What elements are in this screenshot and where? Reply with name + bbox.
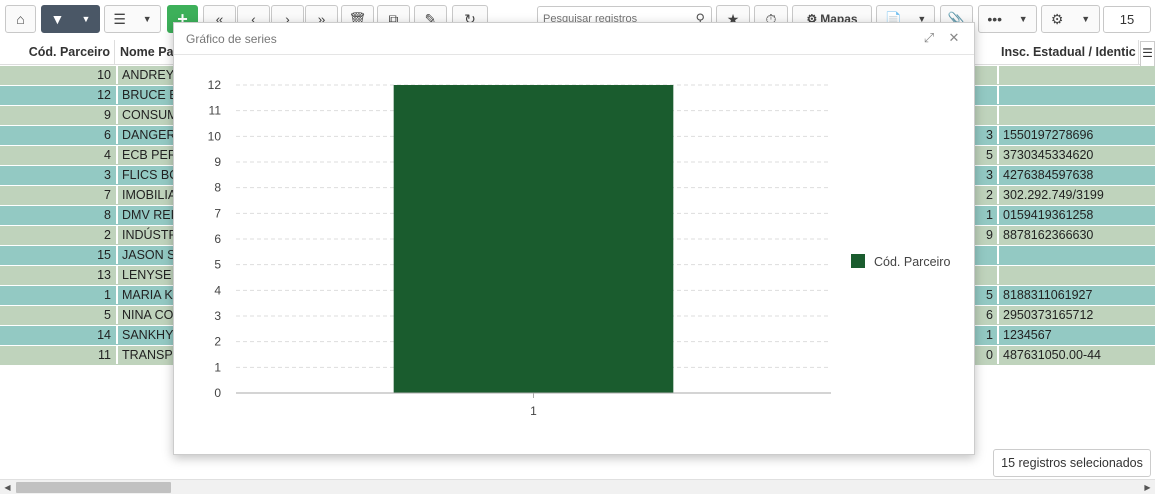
- cell-insc: 1550197278696: [997, 126, 1155, 144]
- y-tick-label: 7: [214, 206, 221, 220]
- chart-bars: [393, 85, 674, 393]
- y-tick-label: 6: [214, 232, 221, 246]
- cell-nome: IMOBILIA: [116, 186, 176, 204]
- scroll-right-icon[interactable]: ▶: [1140, 480, 1155, 495]
- y-axis-ticks: 0123456789101112: [208, 78, 222, 400]
- settings-button[interactable]: ⚙ ▼: [1041, 5, 1100, 33]
- cell-insc: [997, 106, 1155, 124]
- cell-insc: 487631050.00-44: [997, 346, 1155, 364]
- y-tick-label: 4: [214, 283, 221, 297]
- cell-nome: DANGER: [116, 126, 176, 144]
- cell-cod: 5: [104, 308, 111, 322]
- y-tick-label: 11: [209, 104, 222, 118]
- gear-icon: ⚙: [1050, 10, 1064, 27]
- cell-cod: 10: [97, 68, 111, 82]
- cell-insc: 302.292.749/3199: [997, 186, 1155, 204]
- legend-swatch: [851, 254, 865, 268]
- cell-cod: 2: [104, 228, 111, 242]
- close-icon[interactable]: ✕: [945, 29, 963, 47]
- cell-nome: TRANSP: [116, 346, 176, 364]
- cell-nome: INDÚSTR: [116, 226, 176, 244]
- more-icon: •••: [987, 11, 1003, 27]
- scroll-left-icon[interactable]: ◀: [0, 480, 15, 495]
- cell-insc: 3730345334620: [997, 146, 1155, 164]
- y-tick-label: 8: [214, 181, 221, 195]
- cell-insc: 1234567: [997, 326, 1155, 344]
- chevron-down-icon: ▼: [1081, 14, 1091, 24]
- cell-insc: 0159419361258: [997, 206, 1155, 224]
- cell-insc: 8878162366630: [997, 226, 1155, 244]
- cell-cod: 8: [104, 208, 111, 222]
- expand-icon[interactable]: ⤢: [920, 29, 938, 47]
- dialog-title: Gráfico de series: [186, 32, 277, 46]
- cell-nome: SANKHY: [116, 326, 176, 344]
- column-header-insc[interactable]: Insc. Estadual / Identic: [997, 40, 1139, 65]
- y-tick-label: 9: [214, 155, 221, 169]
- cell-nome: ECB PER: [116, 146, 176, 164]
- home-icon: ⌂: [16, 11, 25, 27]
- cell-insc: 2950373165712: [997, 306, 1155, 324]
- cell-nome: MARIA K: [116, 286, 176, 304]
- column-menu-button[interactable]: ☰: [1140, 41, 1155, 67]
- cell-insc: [997, 66, 1155, 84]
- cell-cod: 4: [104, 148, 111, 162]
- column-header-nome[interactable]: Nome Pa: [116, 40, 176, 65]
- bar-chart: 0123456789101112 1 Cód. Parceiro: [208, 78, 951, 418]
- list-icon: ☰: [113, 10, 126, 27]
- x-tick-label: 1: [530, 404, 537, 418]
- cell-cod: 11: [98, 348, 111, 362]
- cell-cod: 14: [97, 328, 111, 342]
- page-size-field[interactable]: 15: [1103, 6, 1151, 33]
- column-header-cod[interactable]: Cód. Parceiro: [0, 40, 115, 65]
- chart-dialog: Gráfico de series ⤢ ✕ 0 1 2 3 4 5 6 7 8 9 10 11 12 1…: [173, 22, 975, 455]
- cell-cod: 15: [97, 248, 111, 262]
- cell-cod: 12: [97, 88, 111, 102]
- cell-nome: BRUCE E: [116, 86, 176, 104]
- y-tick-label: 10: [208, 129, 222, 143]
- y-tick-label: 1: [214, 360, 221, 374]
- cell-cod: 9: [104, 108, 111, 122]
- y-tick-label: 0: [214, 386, 221, 400]
- cell-insc: 8188311061927: [997, 286, 1155, 304]
- cell-cod: 6: [104, 128, 111, 142]
- selection-count: 15 registros selecionados: [993, 449, 1151, 477]
- chevron-down-icon: ▼: [1018, 14, 1028, 24]
- y-tick-label: 3: [214, 309, 221, 323]
- y-tick-label: 5: [214, 258, 221, 272]
- cell-insc: 4276384597638: [997, 166, 1155, 184]
- list-view-button[interactable]: ☰ ▼: [104, 5, 161, 33]
- cell-nome: ANDREY: [116, 66, 176, 84]
- menu-icon: ☰: [1142, 46, 1153, 60]
- chart-legend: Cód. Parceiro: [851, 254, 950, 269]
- filter-icon: ▼: [50, 11, 65, 27]
- dialog-header: Gráfico de series ⤢ ✕: [174, 23, 974, 55]
- cell-insc: [997, 86, 1155, 104]
- chevron-down-icon: ▼: [142, 14, 152, 24]
- cell-nome: NINA CO: [116, 306, 176, 324]
- cell-cod: 3: [104, 168, 111, 182]
- scrollbar-thumb[interactable]: [16, 482, 171, 493]
- cell-nome: DMV REI: [116, 206, 176, 224]
- y-tick-label: 2: [214, 335, 221, 349]
- cell-cod: 13: [97, 268, 111, 282]
- more-button[interactable]: ••• ▼: [978, 5, 1037, 33]
- cell-insc: [997, 246, 1155, 264]
- cell-insc: [997, 266, 1155, 284]
- filter-button[interactable]: ▼ ▼: [41, 5, 100, 33]
- cell-nome: JASON S: [116, 246, 176, 264]
- cell-nome: FLICS BO: [116, 166, 176, 184]
- legend-label: Cód. Parceiro: [874, 255, 950, 269]
- cell-nome: LENYSE: [116, 266, 176, 284]
- cell-nome: CONSUM: [116, 106, 176, 124]
- horizontal-scrollbar[interactable]: ◀ ▶: [0, 479, 1155, 494]
- x-axis-ticks: 1: [530, 393, 537, 418]
- cell-cod: 1: [104, 288, 111, 302]
- bar: [393, 85, 674, 393]
- chevron-down-icon: ▼: [81, 14, 91, 24]
- y-tick-label: 12: [208, 78, 222, 92]
- home-button[interactable]: ⌂: [5, 5, 36, 33]
- cell-cod: 7: [104, 188, 111, 202]
